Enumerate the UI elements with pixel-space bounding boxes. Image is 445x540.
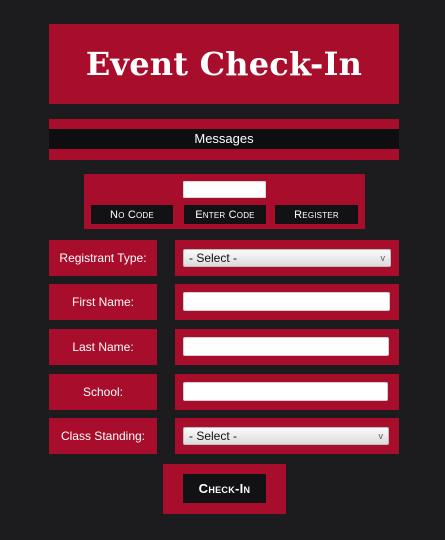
check-in-button[interactable]: Check-In: [183, 474, 266, 503]
school-input[interactable]: [183, 382, 388, 401]
chevron-down-icon: v: [378, 431, 384, 441]
class-standing-value: - Select -: [189, 429, 238, 443]
first-name-label: First Name:: [49, 284, 157, 320]
page-title: Event Check-In: [85, 45, 363, 83]
last-name-input[interactable]: [183, 337, 389, 356]
enter-code-button[interactable]: Enter Code: [184, 205, 266, 224]
class-standing-label: Class Standing:: [49, 418, 157, 454]
chevron-down-icon: v: [380, 253, 386, 263]
class-standing-field: - Select - v: [175, 418, 399, 454]
messages-label: Messages: [49, 129, 399, 149]
title-banner: Event Check-In: [49, 24, 399, 104]
check-in-panel: Check-In: [163, 464, 286, 514]
first-name-field: [175, 284, 399, 320]
registrant-type-select[interactable]: - Select - v: [183, 249, 391, 267]
registrant-type-field: - Select - v: [175, 240, 399, 276]
last-name-field: [175, 329, 399, 365]
last-name-label: Last Name:: [49, 329, 157, 365]
code-entry-panel: No Code Enter Code Register: [84, 174, 365, 229]
registrant-type-value: - Select -: [189, 251, 238, 265]
class-standing-select[interactable]: - Select - v: [183, 427, 389, 445]
school-label: School:: [49, 374, 157, 410]
messages-panel: Messages: [49, 119, 399, 160]
no-code-button[interactable]: No Code: [91, 205, 173, 224]
register-button[interactable]: Register: [275, 205, 358, 224]
first-name-input[interactable]: [183, 292, 390, 311]
code-input[interactable]: [183, 181, 266, 198]
school-field: [175, 374, 399, 410]
registrant-type-label: Registrant Type:: [49, 240, 157, 276]
